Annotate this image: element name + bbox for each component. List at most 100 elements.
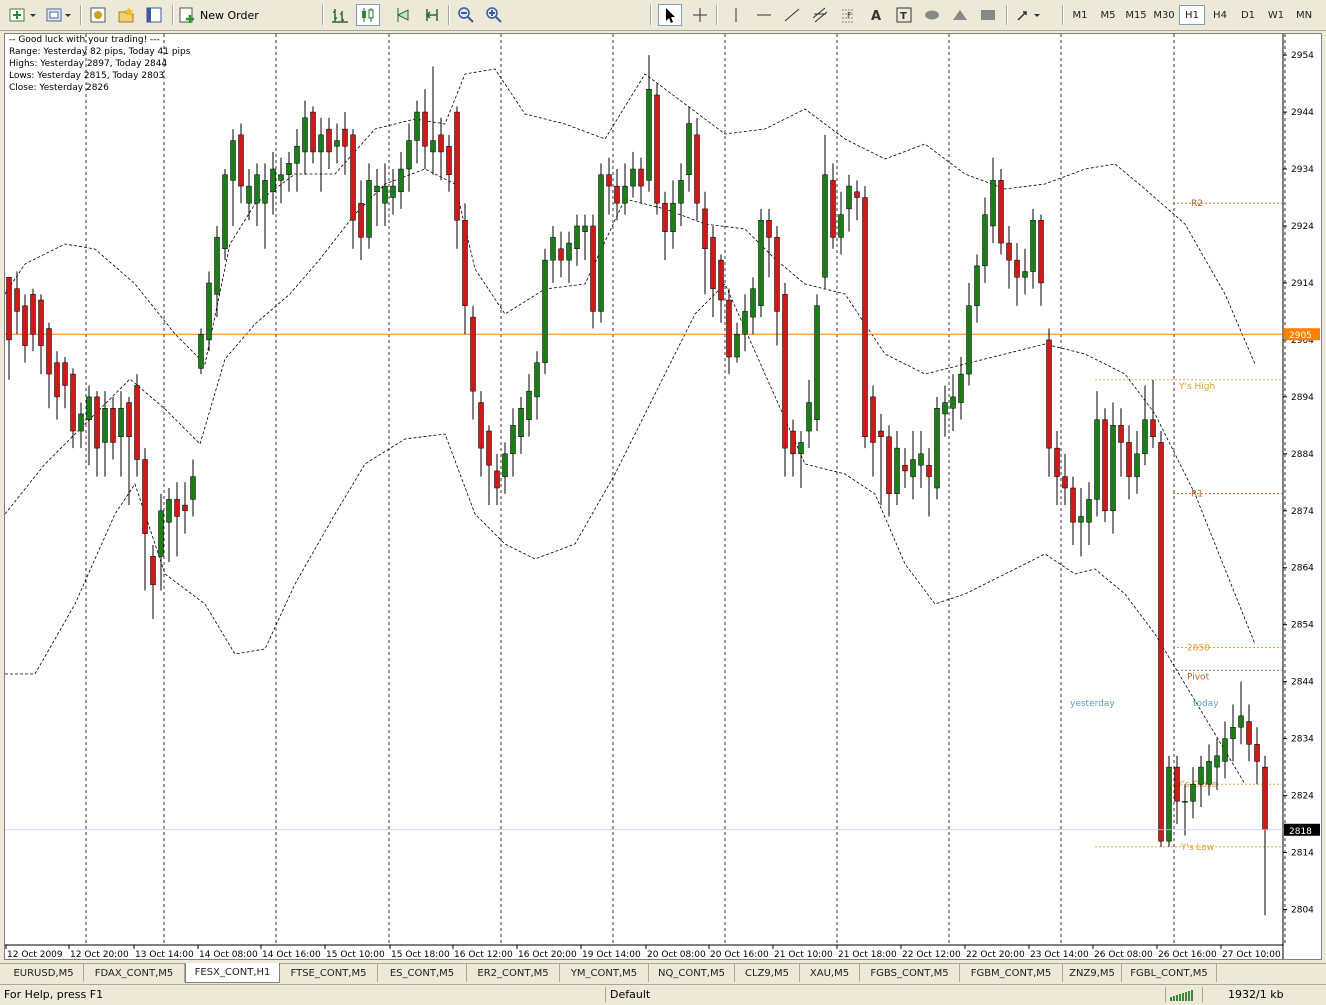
triangle-button[interactable]	[948, 4, 972, 26]
candle-body	[526, 390, 532, 420]
candle-body	[254, 174, 260, 204]
candle-body	[230, 140, 236, 181]
price-chart[interactable]: 2954294429342924291429042894288428742864…	[5, 34, 1322, 960]
candle-body	[838, 214, 844, 238]
ellipse-button[interactable]	[920, 4, 944, 26]
candle-body	[422, 111, 428, 147]
candle-body	[854, 191, 860, 198]
chart-tab-znz9-m5[interactable]: ZNZ9,M5	[1063, 964, 1122, 982]
candle-body	[1030, 220, 1036, 272]
terminal-button[interactable]	[142, 4, 166, 26]
candle-body	[278, 174, 284, 181]
candle-body	[814, 305, 820, 420]
candle-body	[190, 476, 196, 500]
trendline-button[interactable]	[780, 4, 804, 26]
candle-body	[998, 180, 1004, 244]
candle-body	[14, 288, 20, 312]
bar-chart-button[interactable]	[328, 4, 352, 26]
candle-body	[374, 185, 380, 193]
chart-tab-nq-cont-m5[interactable]: NQ_CONT,M5	[649, 964, 735, 982]
candle-body	[86, 396, 92, 420]
candle-body	[446, 145, 452, 175]
chart-tab-fgbm-cont-m5[interactable]: FGBM_CONT,M5	[960, 964, 1063, 982]
candle-body	[966, 305, 972, 375]
candle-body	[598, 174, 604, 312]
candle-body	[950, 396, 956, 409]
help-text: For Help, press F1	[4, 988, 104, 1001]
candle-body	[862, 197, 868, 437]
candlestick-button[interactable]	[356, 4, 380, 26]
candle-body	[270, 168, 276, 193]
chart-tab-er2-cont-m5[interactable]: ER2_CONT,M5	[467, 964, 560, 982]
x-tick-label: 14 Oct 08:00	[199, 950, 258, 960]
arrows-button[interactable]	[1012, 4, 1046, 26]
zoom-in-button[interactable]	[482, 4, 506, 26]
candle-body	[846, 185, 852, 210]
text-label-button[interactable]: T	[892, 4, 916, 26]
market-watch-button[interactable]	[86, 4, 110, 26]
crosshair-button[interactable]	[688, 4, 712, 26]
chart-tab-clz9-m5[interactable]: CLZ9,M5	[735, 964, 800, 982]
new-chart-button[interactable]	[6, 4, 40, 26]
timeframe-m1-button[interactable]: M1	[1067, 5, 1093, 25]
vertical-line-button[interactable]	[724, 4, 748, 26]
candle-body	[406, 140, 412, 170]
timeframe-m15-button[interactable]: M15	[1123, 5, 1149, 25]
cursor-tool-button[interactable]	[658, 4, 682, 26]
timeframe-m30-button[interactable]: M30	[1151, 5, 1177, 25]
info-line: Close: Yesterday 2826	[9, 83, 109, 93]
traffic-info: 1932/1 kb	[1228, 988, 1284, 1001]
info-line: Lows: Yesterday 2815, Today 2803	[9, 71, 165, 81]
candle-body	[110, 408, 116, 443]
text-button[interactable]: A	[864, 4, 888, 26]
y-tick-label: 2834	[1291, 735, 1314, 745]
candle-body	[1142, 419, 1148, 455]
candle-body	[734, 333, 740, 358]
horizontal-line-button[interactable]	[752, 4, 776, 26]
zoom-out-button[interactable]	[454, 4, 478, 26]
candle-body	[414, 111, 420, 141]
fibonacci-button[interactable]: F	[836, 4, 860, 26]
chart-window[interactable]: 2954 2944 2934 2924 2914 2904 2894 2884 2874 2864…	[4, 33, 1322, 960]
candle-body	[310, 111, 316, 153]
y-tick-label: 2824	[1291, 792, 1314, 802]
candle-body	[934, 408, 940, 489]
candle-body	[638, 168, 644, 187]
equidistant-channel-button[interactable]	[808, 4, 832, 26]
timeframe-m5-button[interactable]: M5	[1095, 5, 1121, 25]
chart-tab-xau-m5[interactable]: XAU,M5	[800, 964, 860, 982]
line-chart-button[interactable]	[384, 4, 392, 26]
candle-body	[558, 248, 564, 261]
candle-body	[1046, 339, 1052, 449]
x-tick-label: 26 Oct 08:00	[1094, 950, 1153, 960]
lower-band	[5, 283, 1246, 785]
chart-tab-fesx-cont-h1[interactable]: FESX_CONT,H1	[185, 963, 280, 983]
chart-tab-eurusd-m5[interactable]: EURUSD,M5	[4, 964, 84, 982]
y-tick-label: 2814	[1291, 849, 1314, 859]
candle-body	[1222, 738, 1228, 762]
chart-tab-fgbs-cont-m5[interactable]: FGBS_CONT,M5	[860, 964, 960, 982]
y-tick-label: 2854	[1291, 621, 1314, 631]
chart-tab-es-cont-m5[interactable]: ES_CONT,M5	[378, 964, 467, 982]
chart-tab-ftse-cont-m5[interactable]: FTSE_CONT,M5	[280, 964, 378, 982]
chart-tab-fdax-cont-m5[interactable]: FDAX_CONT,M5	[84, 964, 185, 982]
profiles-button[interactable]	[44, 4, 76, 26]
chart-tab-fgbl-cont-m5[interactable]: FGBL_CONT,M5	[1122, 964, 1217, 982]
rectangle-button[interactable]	[976, 4, 1000, 26]
timeframe-w1-button[interactable]: W1	[1263, 5, 1289, 25]
candle-body	[726, 299, 732, 358]
timeframe-h1-button[interactable]: H1	[1179, 5, 1205, 25]
timeframe-h4-button[interactable]: H4	[1207, 5, 1233, 25]
candle-body	[974, 265, 980, 306]
candle-body	[534, 362, 540, 398]
timeframe-d1-button[interactable]: D1	[1235, 5, 1261, 25]
candlestick-icon	[362, 8, 374, 22]
chart-shift-button[interactable]	[392, 4, 416, 26]
timeframe-mn-button[interactable]: MN	[1291, 5, 1317, 25]
connection-status-icon	[1170, 990, 1193, 1001]
new-order-button[interactable]: New Order	[178, 4, 260, 26]
chart-tab-ym-cont-m5[interactable]: YM_CONT,M5	[560, 964, 649, 982]
navigator-button[interactable]	[114, 4, 138, 26]
x-tick-label: 12 Oct 20:00	[70, 950, 129, 960]
autoscroll-button[interactable]	[420, 4, 444, 26]
